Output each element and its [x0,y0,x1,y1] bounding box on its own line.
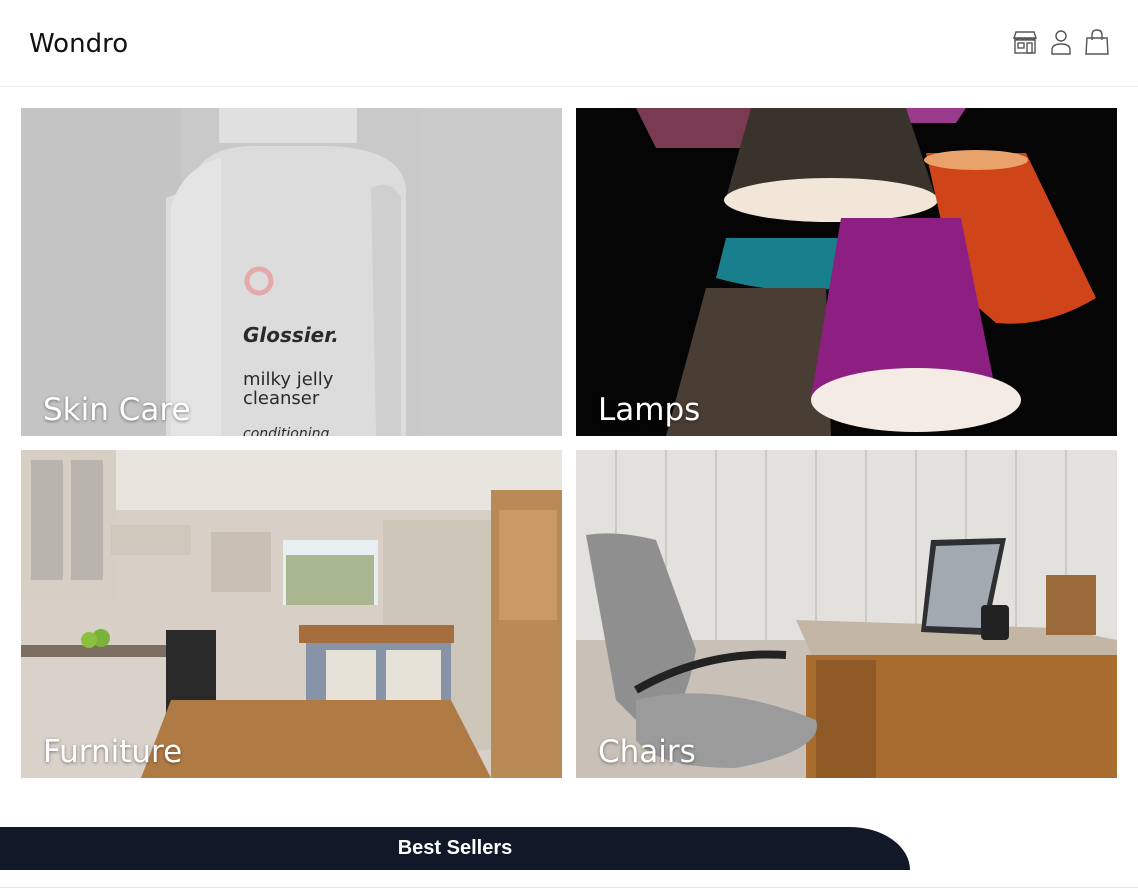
site-header: Wondro [0,0,1138,87]
category-tile-lamps[interactable]: Lamps [576,108,1117,436]
shopping-bag-icon[interactable] [1084,28,1110,56]
bottle-brand-text: Glossier. [243,323,339,347]
lamps-image [576,108,1117,436]
skincare-bottle-image: Glossier. milky jelly cleanser condition… [21,108,562,436]
best-sellers-tab[interactable]: Best Sellers [0,827,910,870]
bottle-product-line1: milky jelly [243,369,334,390]
divider [0,887,1138,888]
category-label: Furniture [43,734,183,770]
best-sellers-title: Best Sellers [397,837,513,859]
bottle-product-line2: cleanser [243,388,320,409]
category-label: Skin Care [43,392,191,428]
category-label: Lamps [598,392,701,428]
header-icons [1012,28,1110,56]
brand-logo[interactable]: Wondro [29,28,128,60]
store-icon[interactable] [1012,28,1038,56]
category-tile-furniture[interactable]: Furniture [21,450,562,778]
office-chair-image [576,450,1117,778]
category-label: Chairs [598,734,696,770]
category-tile-skin-care[interactable]: Glossier. milky jelly cleanser condition… [21,108,562,436]
user-icon[interactable] [1048,28,1074,56]
kitchen-image [21,450,562,778]
bottle-sub-text: conditioning [243,426,329,436]
category-tile-chairs[interactable]: Chairs [576,450,1117,778]
